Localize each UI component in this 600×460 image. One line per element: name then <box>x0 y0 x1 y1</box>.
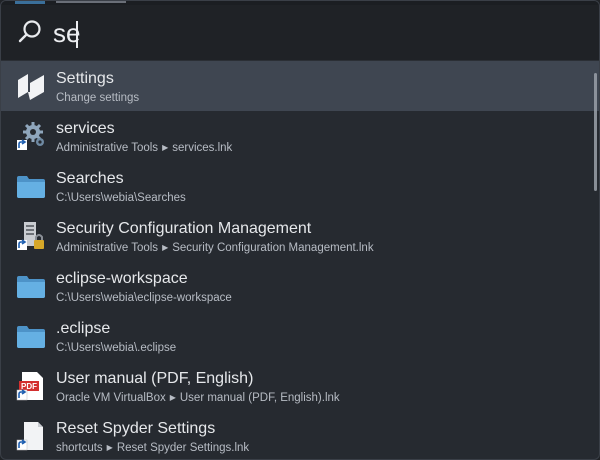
security-config-shortcut-icon <box>15 220 47 252</box>
folder-icon <box>15 270 47 302</box>
result-item[interactable]: .eclipse C:\Users\webia\.eclipse <box>1 311 599 361</box>
search-input[interactable] <box>53 13 573 53</box>
settings-app-icon <box>15 70 47 102</box>
search-icon <box>18 20 41 43</box>
results-list: Settings Change settings services Administr… <box>1 61 599 459</box>
result-title: Searches <box>56 170 124 187</box>
path-segment: Reset Spyder Settings.lnk <box>116 442 250 454</box>
background-icon <box>15 1 45 4</box>
path-segment: Administrative Tools <box>56 142 159 154</box>
path-segment: Oracle VM VirtualBox <box>56 392 166 404</box>
result-item[interactable]: Searches C:\Users\webia\Searches <box>1 161 599 211</box>
result-item[interactable]: services Administrative Tools ▶ services.ln… <box>1 111 599 161</box>
result-subtitle: shortcuts ▶ Reset Spyder Settings.lnk <box>56 441 249 456</box>
path-separator-icon: ▶ <box>162 243 169 252</box>
result-subtitle: Administrative Tools ▶ Security Configurat… <box>56 241 374 256</box>
path-separator-icon: ▶ <box>106 443 113 452</box>
result-subtitle: C:\Users\webia\.eclipse <box>56 341 176 356</box>
result-title: Settings <box>56 70 114 87</box>
path-segment: C:\Users\webia\.eclipse <box>56 342 177 354</box>
pdf-shortcut-icon: PDF <box>15 370 47 402</box>
result-title: eclipse-workspace <box>56 270 188 287</box>
path-segment: User manual (PDF, English).lnk <box>179 392 340 404</box>
path-segment: Change settings <box>56 92 140 104</box>
text-cursor <box>76 21 78 48</box>
result-item[interactable]: PDF User manual (PDF, English) Oracle VM V… <box>1 361 599 411</box>
result-item[interactable]: Settings Change settings <box>1 61 599 111</box>
folder-icon <box>15 170 47 202</box>
result-title: User manual (PDF, English) <box>56 370 254 387</box>
launcher-window: Settings Change settings services Administr… <box>0 0 600 460</box>
path-segment: shortcuts <box>56 442 103 454</box>
result-title: services <box>56 120 115 137</box>
path-separator-icon: ▶ <box>169 393 176 402</box>
result-item[interactable]: Security Configuration Management Adminis… <box>1 211 599 261</box>
svg-text:PDF: PDF <box>21 382 37 391</box>
result-title: .eclipse <box>56 320 111 337</box>
path-segment: C:\Users\webia\eclipse-workspace <box>56 292 232 304</box>
result-subtitle: C:\Users\webia\Searches <box>56 191 186 206</box>
search-bar <box>1 5 599 61</box>
result-subtitle: Oracle VM VirtualBox ▶ User manual (PDF, E… <box>56 391 340 406</box>
folder-icon <box>15 320 47 352</box>
background-text <box>56 1 126 3</box>
path-segment: C:\Users\webia\Searches <box>56 192 186 204</box>
gears-shortcut-icon <box>15 120 47 152</box>
result-subtitle: Change settings <box>56 91 139 106</box>
file-shortcut-icon <box>15 420 47 452</box>
result-title: Reset Spyder Settings <box>56 420 216 437</box>
result-item[interactable]: Reset Spyder Settings shortcuts ▶ Reset Spy… <box>1 411 599 459</box>
result-item[interactable]: eclipse-workspace C:\Users\webia\eclipse-… <box>1 261 599 311</box>
result-subtitle: Administrative Tools ▶ services.lnk <box>56 141 232 156</box>
path-segment: Security Configuration Management.lnk <box>172 242 374 254</box>
path-segment: services.lnk <box>172 142 233 154</box>
result-subtitle: C:\Users\webia\eclipse-workspace <box>56 291 232 306</box>
result-title: Security Configuration Management <box>56 220 312 237</box>
path-segment: Administrative Tools <box>56 242 159 254</box>
path-separator-icon: ▶ <box>162 143 169 152</box>
results-scrollbar[interactable] <box>594 73 597 191</box>
